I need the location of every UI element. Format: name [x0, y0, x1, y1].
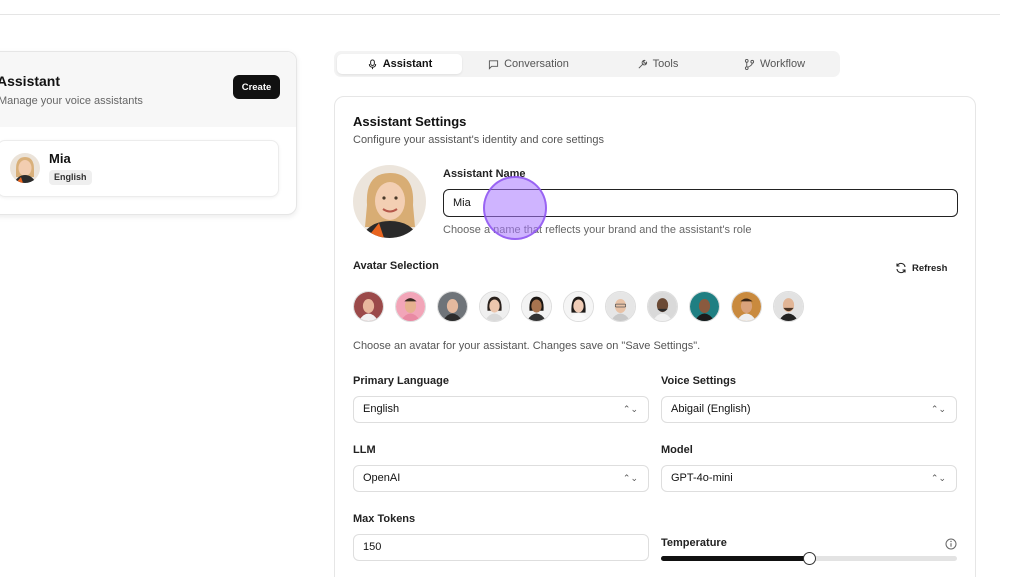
- settings-tabs: Assistant Conversation Tools Workflow: [334, 51, 840, 77]
- avatar-option[interactable]: [731, 291, 762, 322]
- avatar-option[interactable]: [521, 291, 552, 322]
- refresh-icon: [896, 262, 906, 274]
- avatar-image-icon: [480, 292, 509, 321]
- avatar-option[interactable]: [437, 291, 468, 322]
- workflow-icon: [744, 58, 755, 70]
- slider-fill: [661, 556, 809, 561]
- mic-icon: [368, 58, 376, 69]
- create-button[interactable]: Create: [233, 75, 280, 99]
- avatar-image-icon: [10, 153, 40, 183]
- top-divider: [0, 14, 1000, 15]
- select-value: OpenAI: [363, 472, 401, 484]
- avatar-image-icon: [438, 292, 467, 321]
- language-badge: English: [49, 170, 92, 185]
- chevron-up-down-icon: ⌃⌄: [930, 473, 946, 483]
- temperature-slider[interactable]: [661, 552, 957, 565]
- assistant-name: Mia: [49, 151, 71, 166]
- max-tokens-label: Max Tokens: [353, 513, 416, 525]
- avatar-image-icon: [396, 292, 425, 321]
- avatar-option[interactable]: [353, 291, 384, 322]
- avatar-option[interactable]: [647, 291, 678, 322]
- avatar-image-icon: [564, 292, 593, 321]
- avatar-image-icon: [353, 165, 426, 238]
- llm-select[interactable]: OpenAI ⌃⌄: [353, 465, 649, 492]
- model-label: Model: [661, 444, 693, 456]
- avatar-image-icon: [648, 292, 677, 321]
- avatar-selection-hint: Choose an avatar for your assistant. Cha…: [353, 340, 701, 352]
- info-icon[interactable]: [945, 538, 957, 550]
- tab-workflow[interactable]: Workflow: [712, 54, 837, 74]
- input-value: 150: [363, 541, 382, 553]
- voice-settings-select[interactable]: Abigail (English) ⌃⌄: [661, 396, 957, 423]
- avatar-option[interactable]: [479, 291, 510, 322]
- chevron-up-down-icon: ⌃⌄: [622, 404, 638, 414]
- avatar-option[interactable]: [605, 291, 636, 322]
- assistant-list-item[interactable]: Mia English: [0, 140, 279, 197]
- avatar: [10, 153, 40, 183]
- chevron-up-down-icon: ⌃⌄: [930, 404, 946, 414]
- section-title: Assistant Settings: [353, 114, 467, 129]
- avatar-option[interactable]: [773, 291, 804, 322]
- tab-conversation[interactable]: Conversation: [466, 54, 591, 74]
- chevron-up-down-icon: ⌃⌄: [622, 473, 638, 483]
- slider-thumb[interactable]: [803, 552, 816, 565]
- avatar-image-icon: [606, 292, 635, 321]
- model-select[interactable]: GPT-4o-mini ⌃⌄: [661, 465, 957, 492]
- tab-label: Workflow: [759, 58, 806, 70]
- panel-subtitle: Manage your voice assistants: [0, 95, 143, 107]
- avatar-image-icon: [732, 292, 761, 321]
- primary-language-label: Primary Language: [353, 375, 449, 387]
- tab-tools[interactable]: Tools: [595, 54, 720, 74]
- avatar-option[interactable]: [395, 291, 426, 322]
- assistant-list-header: Assistant Manage your voice assistants C…: [0, 52, 296, 127]
- assistant-settings-card: Assistant Settings Configure your assist…: [334, 96, 976, 577]
- select-value: English: [363, 403, 400, 415]
- avatar-option[interactable]: [563, 291, 594, 322]
- panel-title: Assistant: [0, 73, 61, 89]
- avatar-image-icon: [354, 292, 383, 321]
- tab-assistant[interactable]: Assistant: [337, 54, 462, 74]
- tab-label: Tools: [652, 58, 679, 70]
- avatar-image-icon: [774, 292, 803, 321]
- voice-settings-label: Voice Settings: [661, 375, 736, 387]
- llm-label: LLM: [353, 444, 376, 456]
- wrench-icon: [638, 59, 647, 68]
- chat-icon: [488, 59, 499, 70]
- cursor-highlight: [483, 176, 547, 240]
- select-value: GPT-4o-mini: [671, 472, 733, 484]
- assistant-list-panel: Assistant Manage your voice assistants C…: [0, 51, 297, 215]
- avatar-selection-label: Avatar Selection: [353, 260, 439, 272]
- select-value: Abigail (English): [671, 403, 751, 415]
- current-avatar[interactable]: [353, 165, 426, 238]
- tab-label: Assistant: [382, 58, 433, 70]
- refresh-label: Refresh: [912, 262, 948, 274]
- temperature-label: Temperature: [661, 537, 727, 549]
- max-tokens-input[interactable]: 150: [353, 534, 649, 561]
- avatar-image-icon: [690, 292, 719, 321]
- refresh-button[interactable]: Refresh: [895, 259, 947, 277]
- avatar-image-icon: [522, 292, 551, 321]
- primary-language-select[interactable]: English ⌃⌄: [353, 396, 649, 423]
- section-subtitle: Configure your assistant's identity and …: [353, 134, 604, 146]
- tab-label: Conversation: [504, 58, 569, 70]
- avatar-option[interactable]: [689, 291, 720, 322]
